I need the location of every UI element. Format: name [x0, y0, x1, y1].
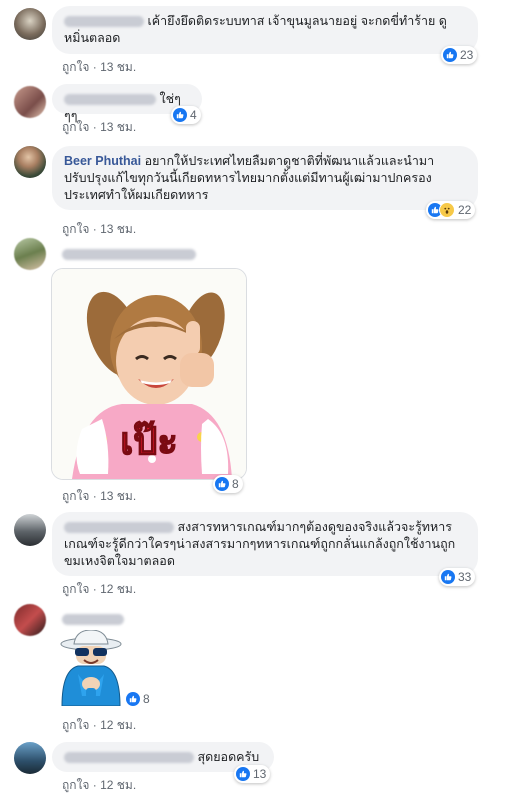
thumbs-up-icon: [441, 570, 455, 584]
girl-thumbs-up-sticker: เป๊ะ: [52, 269, 246, 479]
separator: ·: [92, 222, 97, 236]
timestamp[interactable]: 13 ชม.: [100, 489, 136, 503]
separator: ·: [92, 718, 97, 732]
blurred-author-name[interactable]: [64, 522, 174, 534]
timestamp[interactable]: 12 ชม.: [100, 582, 136, 596]
reaction-count[interactable]: 4: [171, 106, 201, 124]
avatar[interactable]: [14, 514, 46, 546]
blurred-author-name[interactable]: [64, 16, 144, 28]
thumbs-up-icon: [126, 692, 140, 706]
comment-author[interactable]: Beer Phuthai: [64, 154, 141, 168]
comment-bubble: สงสารทหารเกณฑ์มากๆต้องดูของจริงแล้วจะรู้…: [52, 512, 478, 576]
timestamp[interactable]: 13 ชม.: [100, 120, 136, 134]
reaction-count[interactable]: 8: [124, 690, 154, 708]
reaction-number: 23: [460, 48, 474, 62]
comment-meta: ถูกใจ · 13 ชม.: [62, 58, 136, 77]
like-link[interactable]: ถูกใจ: [62, 222, 89, 236]
reaction-count[interactable]: 8: [213, 475, 243, 493]
comment-text: สุดยอดครับ: [197, 750, 260, 764]
sticker-image[interactable]: เป๊ะ: [51, 268, 247, 480]
comment-meta: ถูกใจ · 12 ชม.: [62, 716, 136, 735]
separator: ·: [92, 489, 97, 503]
comment-meta: ถูกใจ · 13 ชม.: [62, 118, 136, 137]
reaction-number: 4: [190, 108, 197, 122]
avatar[interactable]: [14, 604, 46, 636]
comment-meta: ถูกใจ · 13 ชม.: [62, 487, 136, 506]
timestamp[interactable]: 13 ชม.: [100, 222, 136, 236]
avatar[interactable]: [14, 742, 46, 774]
timestamp[interactable]: 12 ชม.: [100, 718, 136, 732]
reaction-number: 8: [232, 477, 239, 491]
like-link[interactable]: ถูกใจ: [62, 120, 89, 134]
like-link[interactable]: ถูกใจ: [62, 718, 89, 732]
reaction-number: 8: [143, 692, 150, 706]
thumbs-up-icon: [215, 477, 229, 491]
reaction-count[interactable]: 22: [426, 201, 476, 219]
avatar[interactable]: [14, 8, 46, 40]
comment-meta: ถูกใจ · 12 ชม.: [62, 580, 136, 599]
comment-meta: ถูกใจ · 13 ชม.: [62, 220, 136, 239]
thumbs-up-icon: [443, 48, 457, 62]
like-link[interactable]: ถูกใจ: [62, 489, 89, 503]
reaction-number: 33: [458, 570, 472, 584]
thumbs-up-icon: [236, 767, 250, 781]
man-applause-sticker[interactable]: [56, 630, 126, 706]
timestamp[interactable]: 12 ชม.: [100, 778, 136, 792]
thumbs-up-icon: [173, 108, 187, 122]
comment-bubble: Beer Phuthai อยากให้ประเทศไทยลืมตาดูชาติ…: [52, 146, 478, 210]
blurred-author-name[interactable]: [62, 614, 124, 625]
like-link[interactable]: ถูกใจ: [62, 582, 89, 596]
wow-icon: [439, 202, 455, 218]
blurred-author-name[interactable]: [64, 94, 156, 106]
comment-meta: ถูกใจ · 12 ชม.: [62, 776, 136, 795]
reaction-number: 13: [253, 767, 267, 781]
separator: ·: [92, 778, 97, 792]
timestamp[interactable]: 13 ชม.: [100, 60, 136, 74]
separator: ·: [92, 582, 97, 596]
blurred-author-name[interactable]: [64, 752, 194, 764]
comment-bubble: เค้ายึงยึดติดระบบทาส เจ้าขุนมูลนายอยู่ จ…: [52, 6, 478, 54]
blurred-author-name[interactable]: [62, 249, 196, 260]
avatar[interactable]: [14, 238, 46, 270]
separator: ·: [92, 60, 97, 74]
reaction-count[interactable]: 23: [441, 46, 478, 64]
reaction-count[interactable]: 33: [439, 568, 476, 586]
sticker-caption: เป๊ะ: [120, 419, 178, 463]
reaction-count[interactable]: 13: [234, 765, 271, 783]
reaction-number: 22: [458, 203, 472, 217]
like-link[interactable]: ถูกใจ: [62, 60, 89, 74]
avatar[interactable]: [14, 146, 46, 178]
separator: ·: [92, 120, 97, 134]
like-link[interactable]: ถูกใจ: [62, 778, 89, 792]
avatar[interactable]: [14, 86, 46, 118]
